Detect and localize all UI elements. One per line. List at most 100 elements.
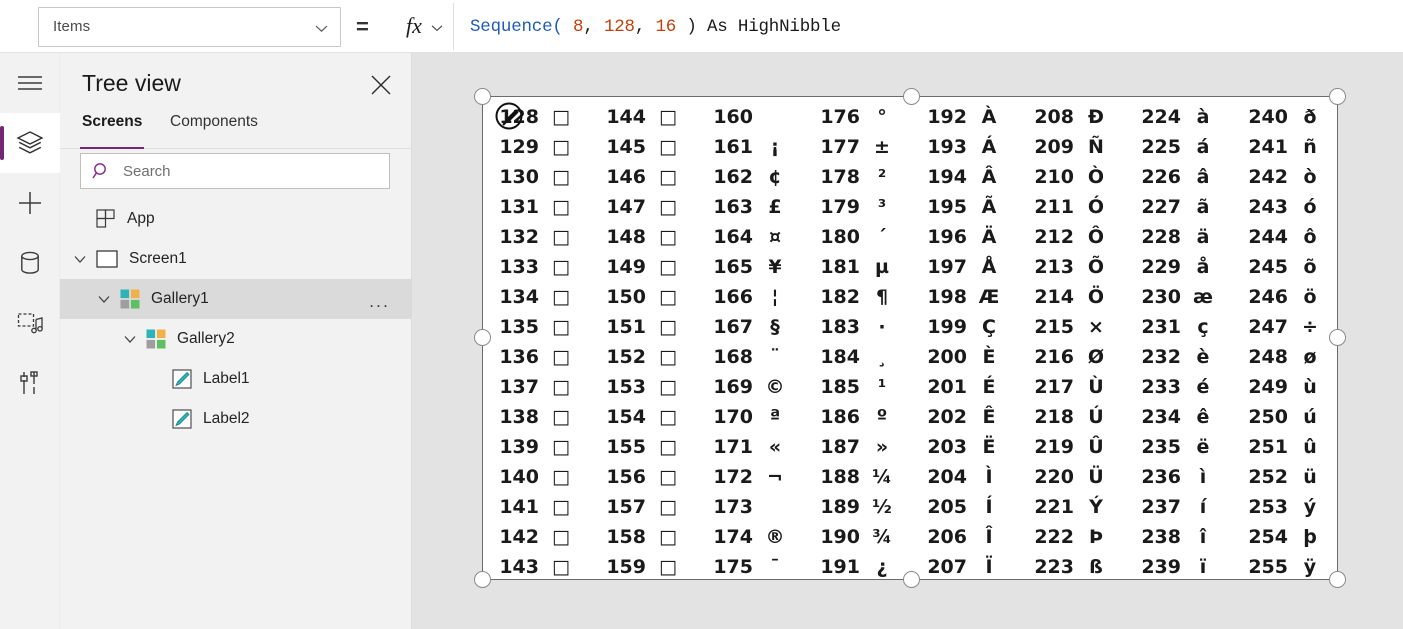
char-grid-cell: 163£ xyxy=(701,192,808,222)
char-grid-cell: 165¥ xyxy=(701,252,808,282)
resize-handle-bottom-center[interactable] xyxy=(903,571,920,588)
char-code-label: 150 xyxy=(594,286,646,308)
char-glyph-label: □ xyxy=(646,106,690,128)
char-grid-cell: 175¯ xyxy=(701,552,808,582)
layers-icon[interactable] xyxy=(0,113,60,173)
char-code-label: 149 xyxy=(594,256,646,278)
char-code-label: 179 xyxy=(808,196,860,218)
char-code-label: 195 xyxy=(915,196,967,218)
tree-node-app[interactable]: App xyxy=(60,199,412,239)
chevron-down-icon[interactable] xyxy=(72,251,88,267)
char-grid-cell: 245õ xyxy=(1236,252,1343,282)
char-code-label: 174 xyxy=(701,526,753,548)
tree-node-label2[interactable]: Label2 xyxy=(60,399,412,439)
char-glyph-label: º xyxy=(860,406,904,428)
overflow-menu-button[interactable]: ... xyxy=(369,292,390,312)
screen-icon xyxy=(96,250,118,268)
char-glyph-label: ¹ xyxy=(860,376,904,398)
resize-handle-top-left[interactable] xyxy=(474,88,491,105)
char-grid-cell: 203Ë xyxy=(915,432,1022,462)
char-code-label: 159 xyxy=(594,556,646,578)
chevron-down-icon[interactable] xyxy=(122,331,138,347)
char-code-label: 169 xyxy=(701,376,753,398)
char-grid-cell: 152□ xyxy=(594,342,701,372)
char-grid-cell: 183· xyxy=(808,312,915,342)
formula-token: ) As HighNibble xyxy=(676,17,841,37)
tree-node-label1[interactable]: Label1 xyxy=(60,359,412,399)
char-glyph-label: Â xyxy=(967,166,1011,188)
char-code-label: 128 xyxy=(487,106,539,128)
char-code-label: 192 xyxy=(915,106,967,128)
tree-node-screen1[interactable]: Screen1 xyxy=(60,239,412,279)
char-code-label: 165 xyxy=(701,256,753,278)
formula-input[interactable]: Sequence( 8, 128, 16 ) As HighNibble xyxy=(462,3,1403,50)
tree-node-gallery1[interactable]: Gallery1... xyxy=(60,279,412,319)
char-grid-cell: 236ì xyxy=(1129,462,1236,492)
resize-handle-top-center[interactable] xyxy=(903,88,920,105)
char-glyph-label: ò xyxy=(1288,166,1332,188)
char-grid-cell: 201É xyxy=(915,372,1022,402)
char-code-label: 204 xyxy=(915,466,967,488)
char-code-label: 220 xyxy=(1022,466,1074,488)
char-grid-cell: 176° xyxy=(808,102,915,132)
char-code-label: 209 xyxy=(1022,136,1074,158)
char-code-label: 201 xyxy=(915,376,967,398)
char-grid-cell: 212Ô xyxy=(1022,222,1129,252)
chevron-down-icon[interactable] xyxy=(96,291,112,307)
resize-handle-middle-right[interactable] xyxy=(1329,329,1346,346)
fx-button[interactable]: fx xyxy=(398,3,454,50)
tab-screens[interactable]: Screens xyxy=(80,113,144,149)
char-grid-cell: 192À xyxy=(915,102,1022,132)
char-grid-cell: 185¹ xyxy=(808,372,915,402)
char-glyph-label: ú xyxy=(1288,406,1332,428)
char-glyph-label: ß xyxy=(1074,556,1118,578)
resize-handle-top-right[interactable] xyxy=(1329,88,1346,105)
char-code-label: 132 xyxy=(487,226,539,248)
tab-components[interactable]: Components xyxy=(168,113,260,149)
char-glyph-label: ± xyxy=(860,136,904,158)
char-code-label: 189 xyxy=(808,496,860,518)
char-glyph-label: ç xyxy=(1181,316,1225,338)
char-code-label: 160 xyxy=(701,106,753,128)
char-glyph-label: í xyxy=(1181,496,1225,518)
char-code-label: 222 xyxy=(1022,526,1074,548)
char-grid-cell: 230æ xyxy=(1129,282,1236,312)
char-glyph-label: ¯ xyxy=(753,556,797,578)
property-selector-dropdown[interactable]: Items xyxy=(38,7,341,47)
char-grid-cell: 193Á xyxy=(915,132,1022,162)
char-grid-cell: 149□ xyxy=(594,252,701,282)
search-input[interactable]: Search xyxy=(80,153,390,189)
char-code-label: 205 xyxy=(915,496,967,518)
gallery1-control[interactable]: 128□129□130□131□132□133□134□135□136□137□… xyxy=(482,96,1338,580)
char-glyph-label: Õ xyxy=(1074,256,1118,278)
resize-handle-middle-left[interactable] xyxy=(474,329,491,346)
char-code-label: 130 xyxy=(487,166,539,188)
plus-icon[interactable] xyxy=(0,173,60,233)
char-glyph-label: ÿ xyxy=(1288,556,1332,578)
char-glyph-label: Ï xyxy=(967,556,1011,578)
char-grid-cell: 132□ xyxy=(487,222,594,252)
database-icon[interactable] xyxy=(0,233,60,293)
char-glyph-label: □ xyxy=(646,196,690,218)
char-glyph-label: □ xyxy=(646,406,690,428)
char-grid-cell: 246ö xyxy=(1236,282,1343,312)
resize-handle-bottom-right[interactable] xyxy=(1329,571,1346,588)
char-code-label: 198 xyxy=(915,286,967,308)
char-grid-cell: 186º xyxy=(808,402,915,432)
char-glyph-label: Æ xyxy=(967,286,1011,308)
app-canvas[interactable]: 128□129□130□131□132□133□134□135□136□137□… xyxy=(412,53,1403,629)
char-glyph-label: © xyxy=(753,376,797,398)
tools-icon[interactable] xyxy=(0,353,60,413)
tree-node-gallery2[interactable]: Gallery2 xyxy=(60,319,412,359)
close-icon[interactable] xyxy=(369,73,393,97)
resize-handle-bottom-left[interactable] xyxy=(474,571,491,588)
hamburger-menu-icon[interactable] xyxy=(0,53,60,113)
char-code-label: 246 xyxy=(1236,286,1288,308)
char-glyph-label: □ xyxy=(646,496,690,518)
char-grid-cell: 244ô xyxy=(1236,222,1343,252)
media-icon[interactable] xyxy=(0,293,60,353)
char-grid-cell: 141□ xyxy=(487,492,594,522)
char-grid-cell: 204Ì xyxy=(915,462,1022,492)
char-glyph-label: ¶ xyxy=(860,286,904,308)
char-grid-cell: 134□ xyxy=(487,282,594,312)
